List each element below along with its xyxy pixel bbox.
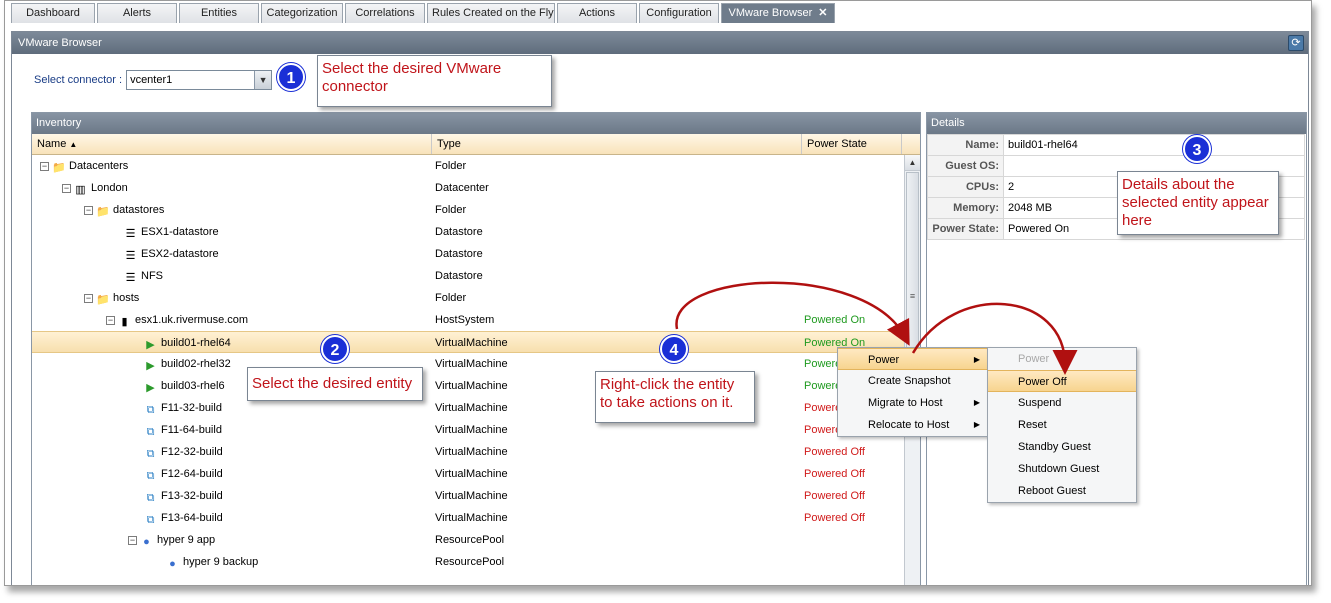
annotation-arrows <box>675 281 1078 375</box>
arrow-to-menu <box>675 281 910 346</box>
app-window: Dashboard Alerts Entities Categorization… <box>4 0 1312 586</box>
arrow-to-power-off <box>911 302 1078 375</box>
